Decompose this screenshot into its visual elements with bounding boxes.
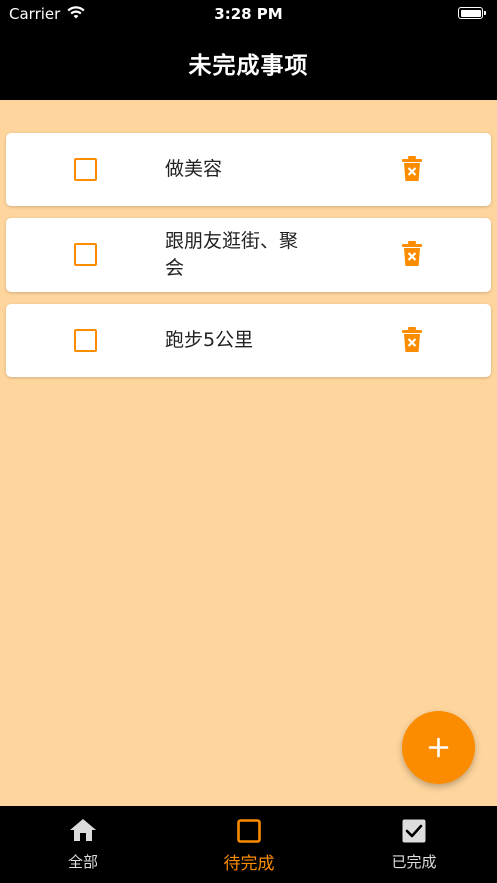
todo-checkbox[interactable] [74,158,97,181]
bottom-tab-bar: 全部 待完成 已完成 [0,806,497,883]
todo-checkbox[interactable] [74,329,97,352]
todo-text: 做美容 [165,158,223,180]
tab-completed[interactable]: 已完成 [331,806,497,883]
plus-icon [428,737,449,758]
app-header: Carrier 3:28 PM 未完成事项 [0,0,497,100]
tab-pending[interactable]: 待完成 [166,806,332,883]
trash-icon[interactable] [402,327,422,353]
todo-item: 做美容 [6,133,491,206]
trash-icon[interactable] [402,241,422,267]
todo-item: 跟朋友逛街、聚会 [6,218,491,292]
checkbox-checked-icon [402,819,426,843]
todo-list: 做美容 跟朋友逛街、聚会 跑步5公里 [6,133,491,389]
checkbox-outline-icon [237,819,261,843]
todo-text: 跑步5公里 [165,329,254,351]
home-icon [70,819,96,841]
todo-checkbox[interactable] [74,243,97,266]
tab-label: 全部 [67,853,98,871]
status-bar: Carrier 3:28 PM [0,0,497,28]
add-todo-button[interactable] [402,711,475,784]
tab-all[interactable]: 全部 [0,806,166,883]
battery-icon [458,7,486,19]
page-title: 未完成事项 [188,53,309,79]
tab-label: 已完成 [391,853,437,871]
todo-item: 跑步5公里 [6,304,491,377]
trash-icon[interactable] [402,156,422,182]
status-time: 3:28 PM [214,5,283,23]
todo-text: 跟朋友逛街、聚会 [165,230,299,279]
tab-label: 待完成 [223,854,275,874]
